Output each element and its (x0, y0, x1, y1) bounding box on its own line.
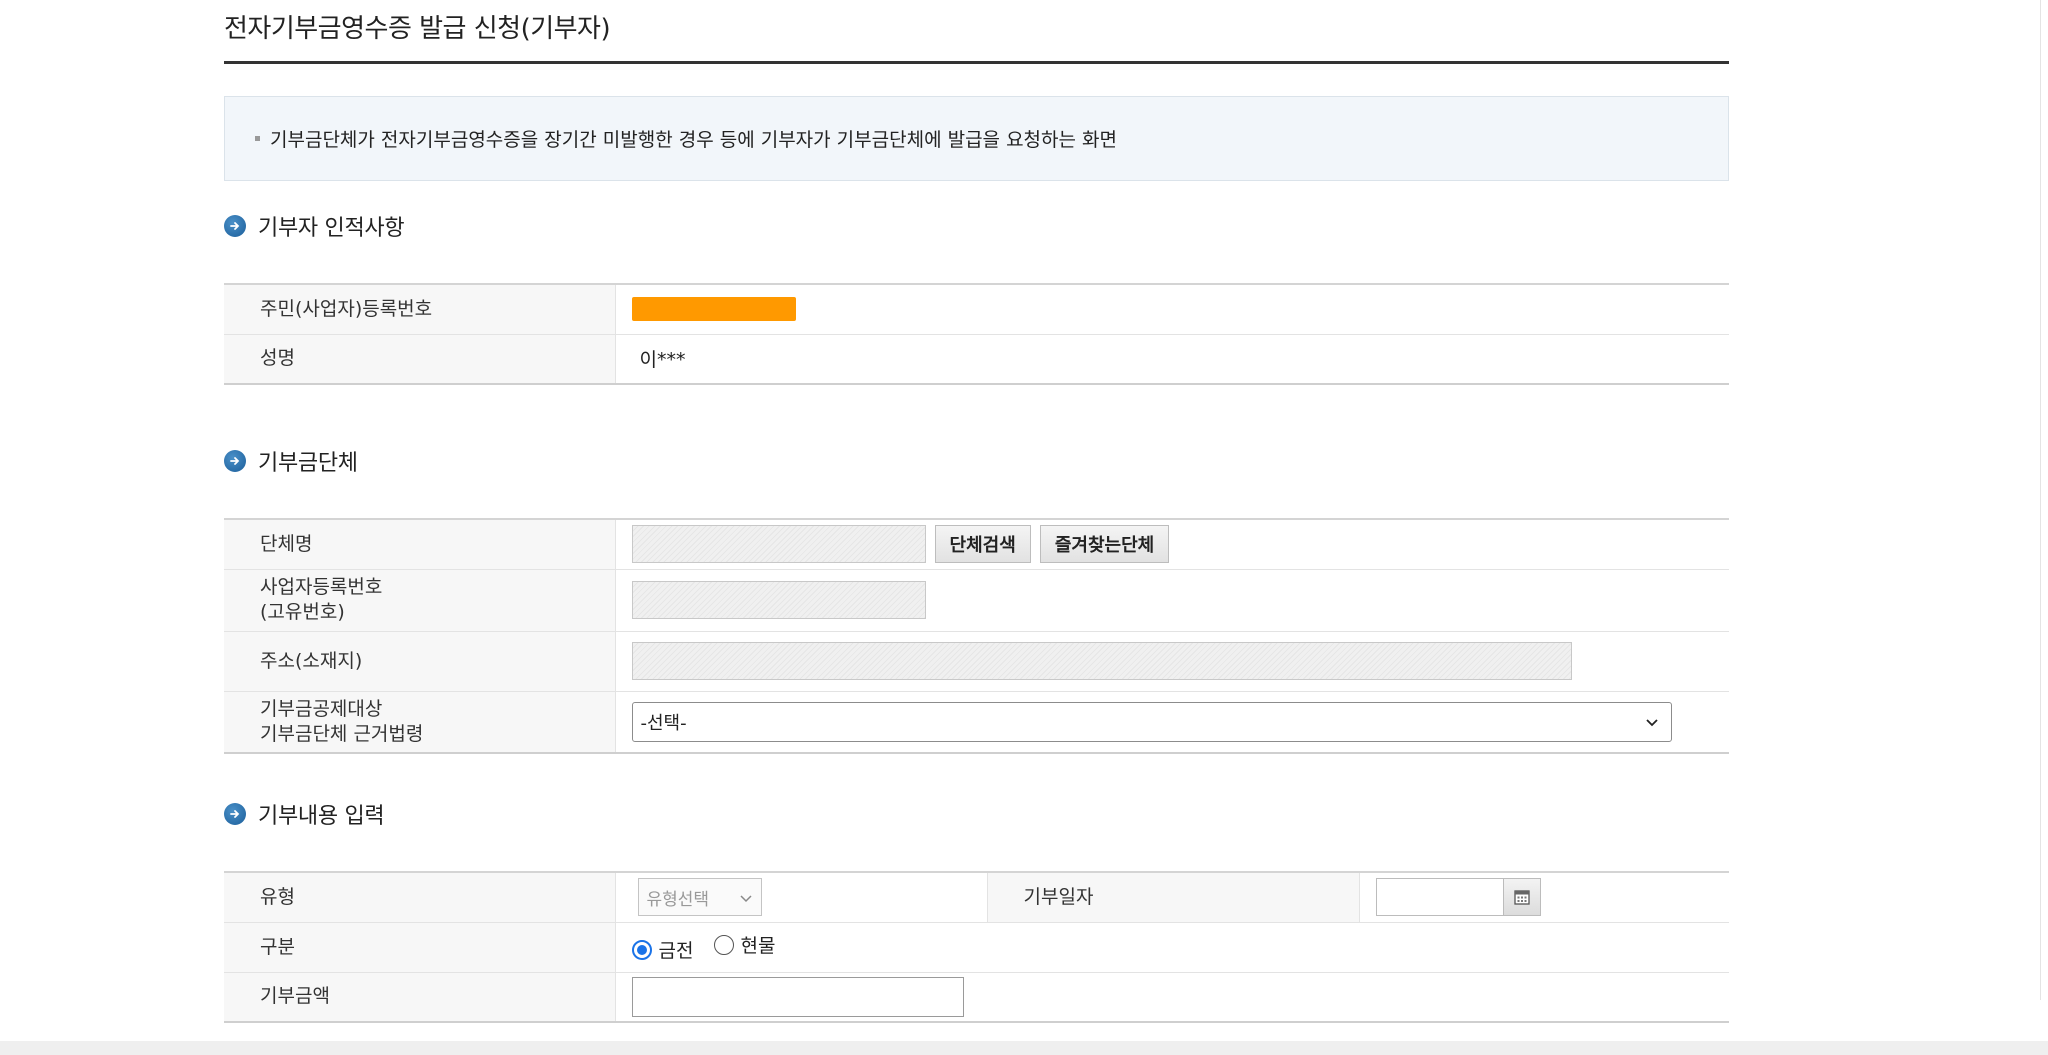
arrow-circle-icon (224, 215, 246, 237)
label-donation-date: 기부일자 (986, 872, 1360, 923)
radio-cash[interactable]: 금전 (631, 936, 694, 963)
section-title-org: 기부금단체 (258, 451, 358, 476)
radio-cash-label: 금전 (658, 940, 694, 962)
legal-basis-select-value: -선택- (640, 712, 687, 734)
label-name: 성명 (224, 334, 616, 384)
masked-value (631, 296, 796, 321)
donation-amount-input[interactable] (631, 976, 964, 1017)
type-select-value: 유형선택 (646, 889, 710, 910)
chevron-down-icon (739, 895, 752, 903)
org-name-input[interactable] (631, 525, 926, 564)
scrollbar-edge (2040, 0, 2048, 1000)
section-header-org: 기부금단체 (224, 445, 358, 477)
value-resident-number (615, 284, 1729, 335)
table-row: 성명 이*** (224, 334, 1729, 384)
table-row: 구분 금전 현물 (224, 922, 1729, 973)
donor-info-table: 주민(사업자)등록번호 성명 이*** (224, 283, 1729, 385)
section-title-donation: 기부내용 입력 (258, 804, 385, 829)
address-input[interactable] (631, 642, 1572, 680)
label-legal-basis: 기부금공제대상 기부금단체 근거법령 (224, 691, 616, 753)
label-resident-number: 주민(사업자)등록번호 (224, 284, 616, 335)
value-name: 이*** (639, 349, 686, 372)
notice-item: 기부금단체가 전자기부금영수증을 장기간 미발행한 경우 등에 기부자가 기부금… (255, 125, 1117, 152)
label-type: 유형 (224, 872, 616, 923)
table-row: 주민(사업자)등록번호 (224, 284, 1729, 335)
label-kind: 구분 (224, 922, 616, 973)
section-header-donor: 기부자 인적사항 (224, 210, 405, 242)
label-biz-number: 사업자등록번호 (고유번호) (224, 569, 616, 632)
table-row: 유형 유형선택 기부일자 (224, 872, 1729, 923)
label-org-name: 단체명 (224, 519, 616, 570)
table-row: 기부금액 (224, 972, 1729, 1022)
table-row: 주소(소재지) (224, 631, 1729, 692)
section-header-donation: 기부내용 입력 (224, 798, 385, 830)
donation-table: 유형 유형선택 기부일자 구분 금전 현물 기부금액 (224, 871, 1729, 1023)
radio-cash-indicator[interactable] (631, 939, 652, 960)
table-row: 사업자등록번호 (고유번호) (224, 569, 1729, 632)
bottom-bar (0, 1041, 2048, 1055)
label-amount: 기부금액 (224, 972, 616, 1022)
page-title: 전자기부금영수증 발급 신청(기부자) (224, 14, 611, 44)
table-row: 단체명 단체검색 즐겨찾는단체 (224, 519, 1729, 570)
type-select[interactable]: 유형선택 (637, 878, 762, 917)
legal-basis-select[interactable]: -선택- (631, 701, 1672, 742)
calendar-icon (1513, 890, 1530, 905)
title-divider (224, 61, 1729, 64)
favorite-orgs-button[interactable]: 즐겨찾는단체 (1039, 525, 1170, 564)
label-address: 주소(소재지) (224, 631, 616, 692)
donation-date-input[interactable] (1375, 878, 1504, 917)
notice-text: 기부금단체가 전자기부금영수증을 장기간 미발행한 경우 등에 기부자가 기부금… (270, 129, 1117, 151)
org-table: 단체명 단체검색 즐겨찾는단체 사업자등록번호 (고유번호) 주소(소재지) 기… (224, 518, 1729, 754)
radio-goods[interactable]: 현물 (713, 931, 776, 958)
calendar-button[interactable] (1502, 878, 1541, 917)
section-title-donor: 기부자 인적사항 (258, 216, 405, 241)
bullet-icon (255, 136, 260, 141)
arrow-circle-icon (224, 450, 246, 472)
notice-box: 기부금단체가 전자기부금영수증을 장기간 미발행한 경우 등에 기부자가 기부금… (224, 96, 1729, 181)
arrow-circle-icon (224, 803, 246, 825)
biz-number-input[interactable] (631, 581, 926, 619)
radio-goods-indicator[interactable] (713, 934, 734, 955)
radio-goods-label: 현물 (740, 935, 776, 957)
table-row: 기부금공제대상 기부금단체 근거법령 -선택- (224, 691, 1729, 753)
chevron-down-icon (1645, 719, 1658, 727)
org-search-button[interactable]: 단체검색 (934, 525, 1031, 564)
